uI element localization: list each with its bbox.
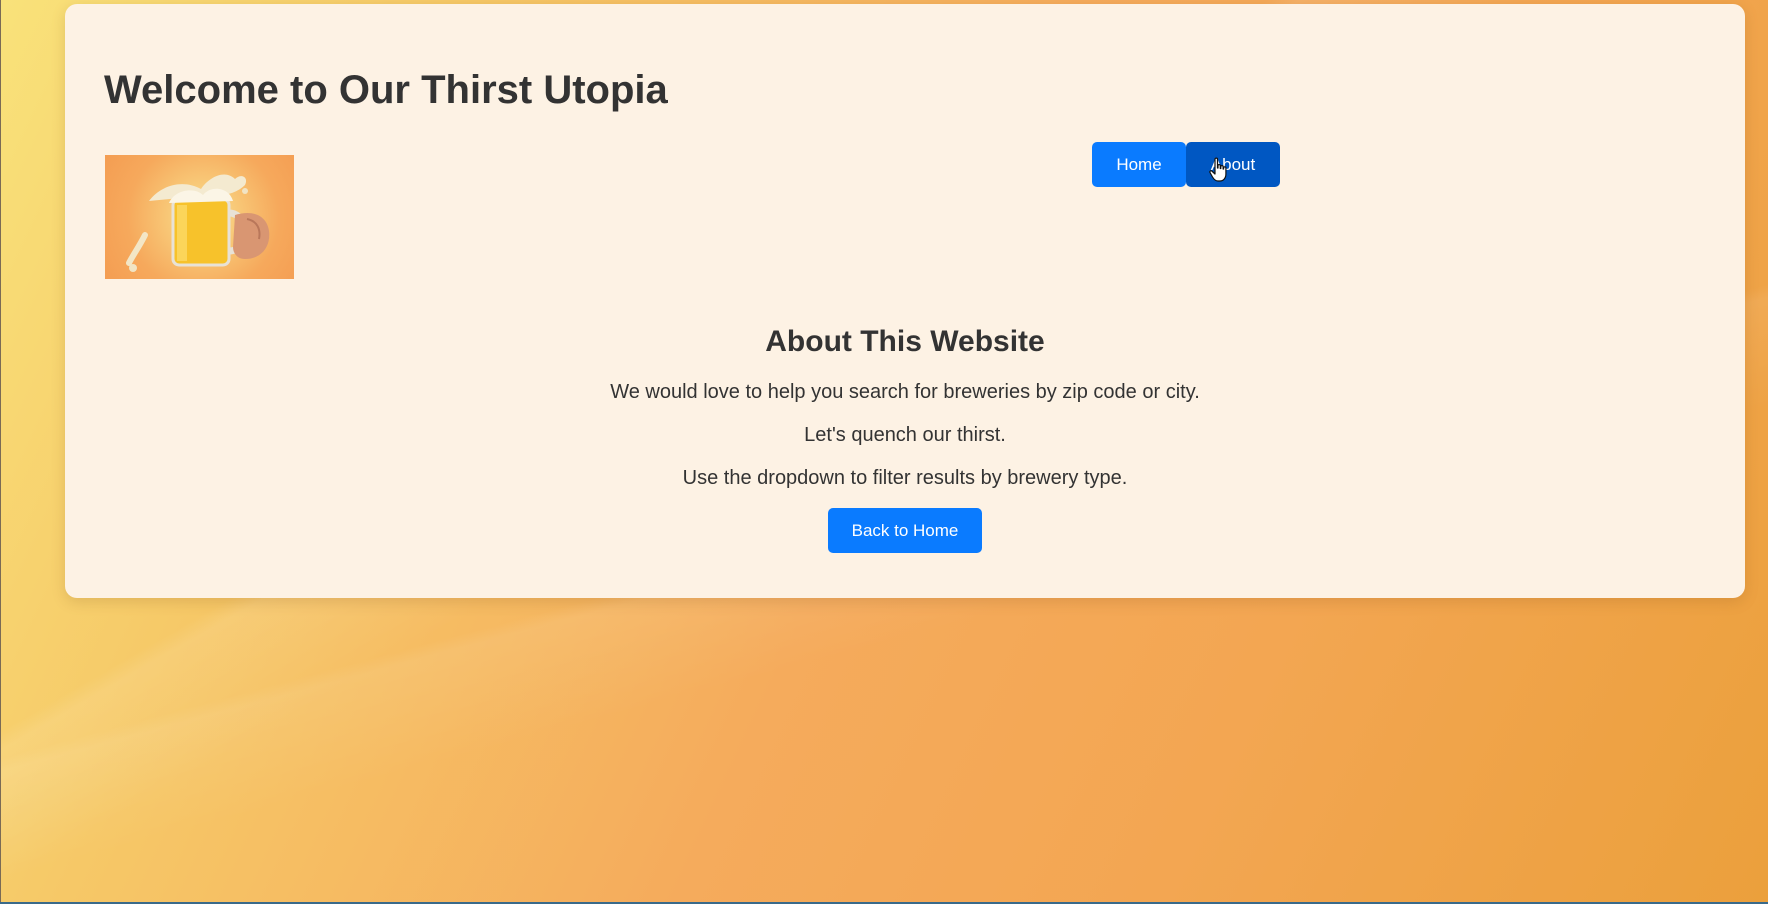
about-line: Use the dropdown to filter results by br… xyxy=(682,467,1128,489)
about-button[interactable]: About xyxy=(1186,142,1280,187)
about-line: Let's quench our thirst. xyxy=(804,424,1006,446)
page-title: Welcome to Our Thirst Utopia xyxy=(104,68,668,112)
about-heading: About This Website xyxy=(765,325,1045,358)
beer-mug-icon xyxy=(126,174,270,272)
hero-image xyxy=(105,155,294,279)
main-card: Welcome to Our Thirst Utopia Home About xyxy=(65,4,1745,598)
hand-pointer-cursor-icon xyxy=(1209,157,1227,182)
window-left-border xyxy=(0,0,1,904)
about-section: About This Website We would love to help… xyxy=(65,322,1745,553)
nav-bar: Home About xyxy=(1092,142,1280,187)
about-line: We would love to help you search for bre… xyxy=(610,381,1200,403)
back-to-home-button[interactable]: Back to Home xyxy=(828,508,982,553)
home-button[interactable]: Home xyxy=(1092,142,1186,187)
